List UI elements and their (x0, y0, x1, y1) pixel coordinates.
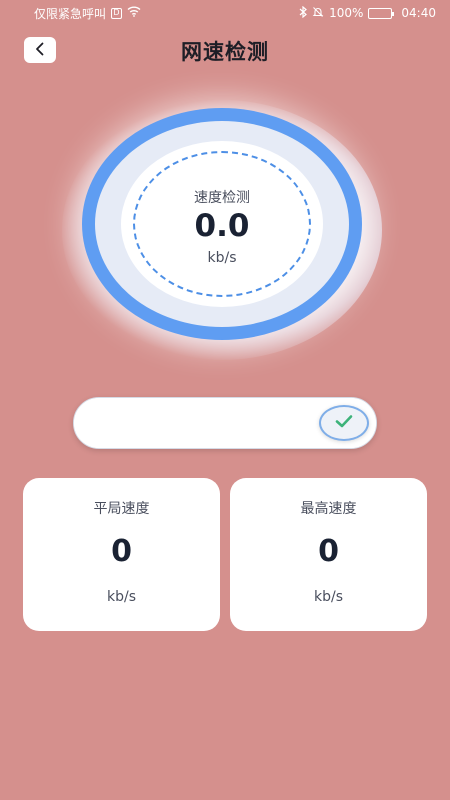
check-icon (334, 413, 354, 433)
gauge-speed-value: 0.0 (194, 208, 250, 244)
average-speed-title: 平局速度 (93, 501, 150, 517)
sim-icon: D (111, 7, 123, 19)
gauge-label: 速度检测 (194, 190, 250, 206)
average-speed-card: 平局速度 0 kb/s (23, 478, 220, 631)
progress-status-button[interactable] (319, 405, 369, 441)
carrier-text: 仅限紧急呼叫 (34, 6, 107, 21)
mute-bell-icon (312, 6, 324, 21)
gauge-unit: kb/s (207, 250, 237, 266)
bluetooth-icon (299, 5, 308, 21)
status-bar: 仅限紧急呼叫 D 100% 04:40 (0, 0, 450, 26)
max-speed-unit: kb/s (313, 589, 343, 605)
page-title: 网速检测 (181, 40, 269, 64)
average-speed-value: 0 (111, 534, 132, 569)
max-speed-card: 最高速度 0 kb/s (230, 478, 427, 631)
battery-percent: 100% (329, 6, 364, 20)
max-speed-title: 最高速度 (300, 501, 357, 517)
battery-icon (368, 7, 395, 19)
status-time: 04:40 (401, 6, 436, 20)
max-speed-value: 0 (318, 534, 339, 569)
wifi-icon (127, 6, 141, 20)
status-left: 仅限紧急呼叫 D (34, 5, 141, 22)
status-right: 100% 04:40 (299, 5, 436, 21)
average-speed-unit: kb/s (106, 589, 136, 605)
